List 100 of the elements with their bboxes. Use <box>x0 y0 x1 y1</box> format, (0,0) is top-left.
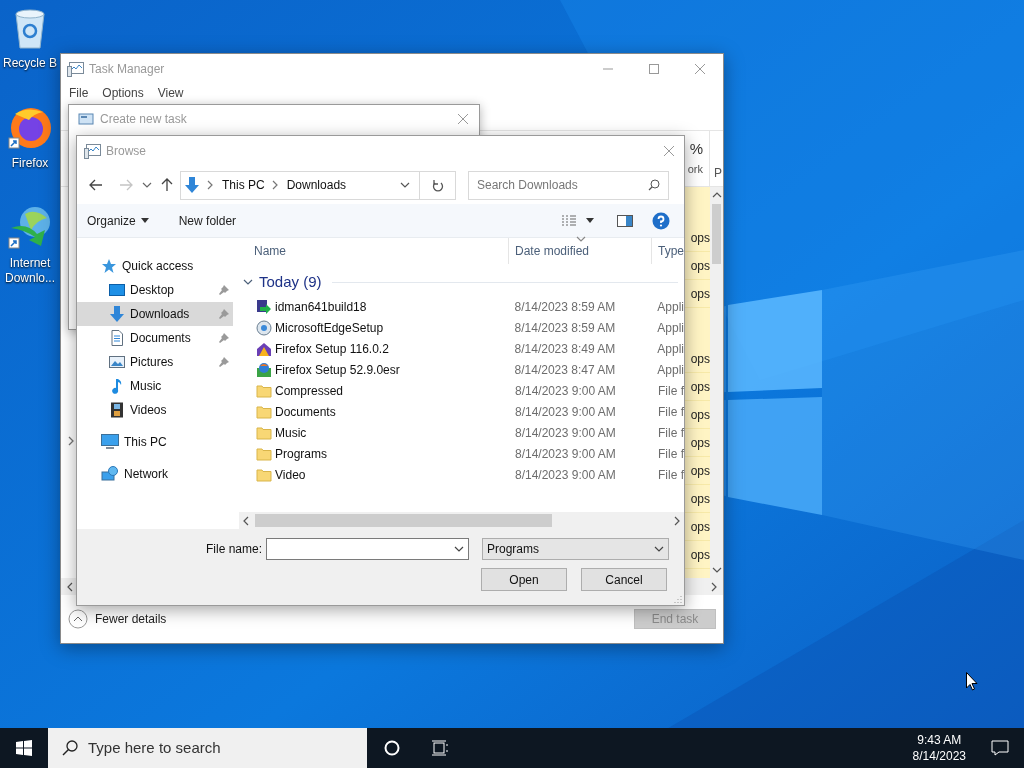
menu-item[interactable]: View <box>153 84 188 102</box>
app-icon <box>84 143 102 159</box>
new-folder-button[interactable]: New folder <box>178 211 237 230</box>
table-cell-text: ops <box>690 434 710 452</box>
nav-item[interactable]: Videos <box>77 398 233 422</box>
file-row[interactable]: Music 8/14/2023 9:00 AM File f <box>239 422 684 443</box>
menu-item[interactable]: File <box>65 84 93 102</box>
file-row[interactable]: Firefox Setup 116.0.2 8/14/2023 8:49 AM Appli <box>239 338 684 359</box>
cancel-button[interactable]: Cancel <box>581 568 667 591</box>
installer-icon <box>256 361 272 378</box>
search-icon <box>62 740 78 756</box>
nav-item[interactable]: Downloads <box>77 302 233 326</box>
clock-date: 8/14/2023 <box>912 748 966 764</box>
date-cell-text: 8/14/2023 9:00 AM <box>514 445 617 463</box>
close-icon[interactable] <box>663 145 675 157</box>
installer-icon <box>256 340 272 357</box>
view-options-icon[interactable] <box>561 214 577 227</box>
address-bar[interactable]: This PC Downloads <box>180 170 420 200</box>
field-label: File name: <box>206 541 262 558</box>
type-cell-text: Appli <box>656 298 684 316</box>
date-cell-text: 8/14/2023 9:00 AM <box>514 382 617 400</box>
pin-icon <box>219 333 229 343</box>
type-cell-text: Appli <box>656 319 684 337</box>
column-header[interactable]: Type <box>652 238 684 264</box>
organize-button[interactable]: Organize <box>87 211 149 230</box>
help-icon[interactable] <box>652 211 670 230</box>
nav-item[interactable]: Quick access <box>77 254 233 278</box>
breadcrumb[interactable]: Downloads <box>286 176 347 194</box>
file-name: Compressed <box>275 382 344 400</box>
file-row[interactable]: Compressed 8/14/2023 9:00 AM File f <box>239 380 684 401</box>
star-icon <box>101 258 117 274</box>
column-header[interactable]: Date modified <box>509 242 590 260</box>
nav-item[interactable]: This PC <box>77 430 233 454</box>
group-header[interactable]: Today (9) <box>259 270 322 294</box>
preview-pane-icon[interactable] <box>617 214 633 227</box>
file-name: idman641build18 <box>275 298 367 316</box>
close-icon[interactable] <box>457 113 469 125</box>
file-row[interactable]: Firefox Setup 52.9.0esr 8/14/2023 8:47 AM Appli <box>239 359 684 380</box>
date-cell-text: 8/14/2023 8:49 AM <box>513 340 617 358</box>
file-name: Music <box>275 424 307 442</box>
desktop-shortcut[interactable]: Recycle B <box>0 8 60 71</box>
nav-label: Documents <box>130 330 191 347</box>
notification-icon[interactable] <box>991 740 1009 756</box>
table-cell-text: ops <box>690 229 710 247</box>
scrollbar-thumb[interactable] <box>255 514 552 527</box>
cortana-circle-icon[interactable] <box>384 740 400 756</box>
maximize-icon[interactable] <box>649 63 659 74</box>
file-row[interactable]: Documents 8/14/2023 9:00 AM File f <box>239 401 684 422</box>
setup-icon <box>256 319 272 336</box>
horizontal-scrollbar[interactable] <box>239 512 684 529</box>
expand-chevron-icon[interactable] <box>67 436 75 446</box>
refresh-button[interactable] <box>420 170 456 200</box>
type-cell-text: File f <box>657 445 684 463</box>
file-row[interactable]: Programs 8/14/2023 9:00 AM File f <box>239 443 684 464</box>
file-row[interactable]: idman641build18 8/14/2023 8:59 AM Appli <box>239 296 684 317</box>
resize-grip-icon[interactable] <box>674 595 682 603</box>
nav-item[interactable]: Documents <box>77 326 233 350</box>
file-name: MicrosoftEdgeSetup <box>275 319 384 337</box>
desktop-shortcut[interactable]: Firefox <box>0 104 60 171</box>
caret-icon[interactable] <box>586 218 594 223</box>
taskbar-search-field[interactable]: Type here to search <box>48 728 367 768</box>
nav-item[interactable]: Network <box>77 462 233 486</box>
clock[interactable]: 9:43 AM 8/14/2023 <box>912 732 966 764</box>
type-cell-text: File f <box>657 382 684 400</box>
breadcrumb[interactable]: This PC <box>222 176 265 194</box>
desktop-shortcut[interactable]: Internet Downlo... <box>0 204 60 286</box>
back-icon[interactable] <box>89 179 103 191</box>
column-header[interactable]: Name <box>239 238 509 264</box>
type-cell-text: File f <box>657 424 684 442</box>
file-row[interactable]: Video 8/14/2023 9:00 AM File f <box>239 464 684 485</box>
file-name: Programs <box>275 445 327 463</box>
collapse-circle-icon[interactable] <box>68 609 88 629</box>
table-cell-text: ops <box>690 285 710 303</box>
nav-label: Downloads <box>130 306 190 323</box>
open-button[interactable]: Open <box>481 568 567 591</box>
refresh-icon <box>431 178 444 192</box>
file-row[interactable]: MicrosoftEdgeSetup 8/14/2023 8:59 AM Appli <box>239 317 684 338</box>
nav-item[interactable]: Pictures <box>77 350 233 374</box>
scrollbar-thumb[interactable] <box>712 204 721 264</box>
nav-label: Network <box>124 466 168 483</box>
file-name: Firefox Setup 116.0.2 <box>275 340 389 358</box>
installer-icon <box>256 298 272 315</box>
nav-label: Quick access <box>122 258 194 275</box>
table-cell-text: ops <box>690 490 710 508</box>
menu-item[interactable]: Options <box>98 84 148 102</box>
task-view-icon[interactable] <box>431 740 449 756</box>
up-icon[interactable] <box>161 178 173 192</box>
date-cell-text: 8/14/2023 9:00 AM <box>514 403 617 421</box>
fewer-details-link[interactable]: Fewer details <box>95 610 167 628</box>
nav-item[interactable]: Desktop <box>77 278 233 302</box>
search-field[interactable]: Search Downloads <box>468 170 669 200</box>
file-name-field[interactable] <box>266 538 469 560</box>
file-type-dropdown[interactable]: Programs <box>482 538 669 560</box>
vertical-scrollbar[interactable] <box>710 187 723 578</box>
nav-item[interactable]: Music <box>77 374 233 398</box>
image-icon <box>109 354 125 370</box>
close-icon[interactable] <box>694 62 706 75</box>
table-cell-text: ops <box>690 546 710 564</box>
column-header[interactable]: P <box>710 131 723 186</box>
network-icon <box>101 466 119 482</box>
